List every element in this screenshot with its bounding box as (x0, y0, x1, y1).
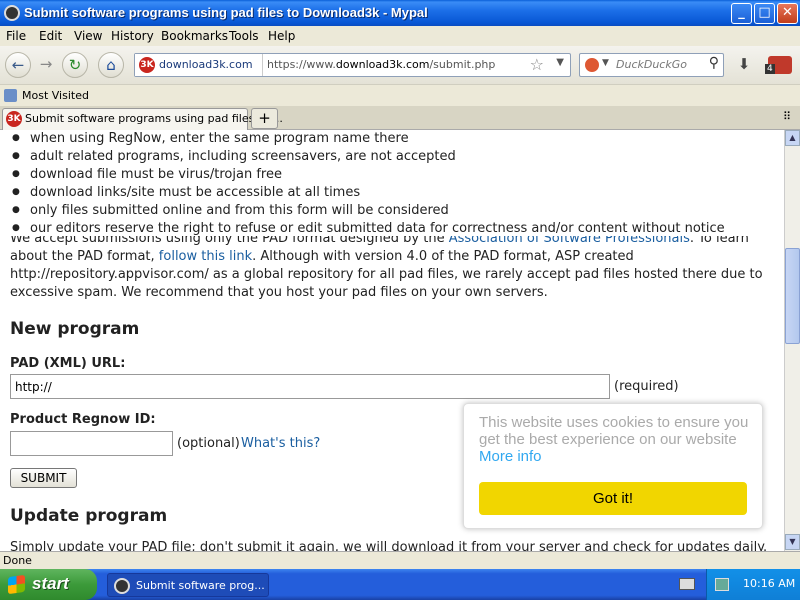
title-bar: Submit software programs using pad files… (0, 0, 800, 26)
app-icon (4, 5, 20, 21)
pad-url-label: PAD (XML) URL: (10, 356, 126, 371)
search-icon[interactable]: ⚲ (709, 55, 719, 71)
required-note: (required) (614, 379, 679, 394)
forward-button[interactable]: → (33, 52, 59, 78)
addon-badge: 4 (765, 64, 775, 74)
intro-paragraph: We accept submissions using only the PAD… (10, 231, 763, 300)
status-text: Done (3, 554, 32, 567)
download-icon[interactable]: ⬇ (731, 52, 757, 78)
menu-bar: File Edit View History Bookmarks Tools H… (0, 26, 800, 46)
keyboard-icon[interactable] (679, 578, 695, 590)
window-title: Submit software programs using pad files… (24, 5, 428, 20)
bookmarks-toolbar: Most Visited (0, 84, 800, 106)
follow-this-link[interactable]: follow this link (159, 249, 252, 264)
start-label: start (32, 574, 69, 593)
mypal-icon (114, 578, 130, 594)
update-program-heading: Update program (10, 506, 168, 526)
regnow-id-label: Product Regnow ID: (10, 412, 156, 427)
most-visited-icon[interactable] (4, 89, 17, 102)
menu-file[interactable]: File (6, 29, 26, 43)
url-dropdown-icon[interactable]: ▼ (556, 57, 564, 68)
close-button[interactable]: ✕ (777, 3, 798, 24)
minimize-button[interactable]: _ (731, 3, 752, 24)
windows-logo-icon (8, 574, 25, 595)
download3k-icon: 3K (139, 57, 155, 73)
maximize-button[interactable]: □ (754, 3, 775, 24)
scroll-up-icon[interactable]: ▲ (785, 130, 800, 146)
clock[interactable]: 10:16 AM (743, 577, 795, 590)
cookie-message: This website uses cookies to ensure you … (479, 414, 749, 465)
submit-button[interactable]: SUBMIT (10, 468, 77, 488)
home-button[interactable]: ⌂ (98, 52, 124, 78)
menu-bookmarks[interactable]: Bookmarks (161, 29, 228, 43)
taskbar-window-button[interactable]: Submit software prog... (107, 573, 269, 597)
got-it-button[interactable]: Got it! (479, 482, 747, 515)
search-bar[interactable]: ▼ DuckDuckGo ⚲ (579, 53, 724, 77)
pad-url-input[interactable] (10, 374, 610, 399)
scroll-down-icon[interactable]: ▼ (785, 534, 800, 550)
rule-item: download file must be virus/trojan free (12, 167, 282, 182)
site-identity-badge[interactable]: 3K download3k.com (135, 54, 263, 76)
whats-this-link[interactable]: What's this? (241, 436, 320, 451)
menu-edit[interactable]: Edit (39, 29, 62, 43)
menu-view[interactable]: View (74, 29, 102, 43)
new-program-heading: New program (10, 319, 140, 339)
scrollbar-thumb[interactable] (785, 248, 800, 344)
rule-item: when using RegNow, enter the same progra… (12, 131, 409, 146)
reload-button[interactable]: ↻ (62, 52, 88, 78)
address-bar[interactable]: 3K download3k.com https://www.download3k… (134, 53, 571, 77)
regnow-id-input[interactable] (10, 431, 173, 456)
tab-label: Submit software programs using pad files… (25, 112, 283, 125)
more-info-link[interactable]: More info (479, 448, 542, 465)
rule-item: adult related programs, including screen… (12, 149, 456, 164)
optional-note: (optional) (177, 436, 240, 451)
network-icon[interactable] (715, 578, 729, 591)
rule-item: our editors reserve the right to refuse … (12, 221, 725, 236)
most-visited-bookmark[interactable]: Most Visited (22, 89, 89, 102)
menu-tools[interactable]: Tools (229, 29, 259, 43)
download3k-icon: 3K (6, 111, 22, 127)
search-placeholder[interactable]: DuckDuckGo (616, 58, 687, 71)
new-tab-button[interactable]: + (251, 108, 278, 129)
duckduckgo-icon[interactable] (584, 57, 600, 73)
tab-submit-page[interactable]: 3K Submit software programs using pad fi… (2, 108, 283, 130)
taskbar-window-label: Submit software prog... (136, 579, 265, 592)
start-button[interactable]: start (0, 569, 97, 600)
rule-item: download links/site must be accessible a… (12, 185, 360, 200)
rule-item: only files submitted online and from thi… (12, 203, 449, 218)
bookmark-star-icon[interactable]: ☆ (530, 55, 544, 74)
system-tray: 10:16 AM (706, 569, 800, 600)
cookie-consent-popup: This website uses cookies to ensure you … (463, 403, 763, 529)
menu-help[interactable]: Help (268, 29, 295, 43)
url-text[interactable]: https://www.download3k.com/submit.php (267, 58, 495, 71)
search-engine-dropdown-icon[interactable]: ▼ (602, 58, 609, 68)
back-button[interactable]: ← (5, 52, 31, 78)
site-badge-label: download3k.com (159, 58, 253, 71)
submission-rules-list: when using RegNow, enter the same progra… (0, 130, 784, 236)
status-bar: Done (0, 551, 800, 569)
addon-icon[interactable]: 4 (765, 56, 792, 74)
vertical-scrollbar[interactable]: ▲ ▼ (784, 130, 800, 551)
tab-list-icon[interactable]: ⠿ (783, 110, 791, 123)
menu-history[interactable]: History (111, 29, 154, 43)
update-paragraph: Simply update your PAD file; don't submi… (10, 540, 768, 551)
